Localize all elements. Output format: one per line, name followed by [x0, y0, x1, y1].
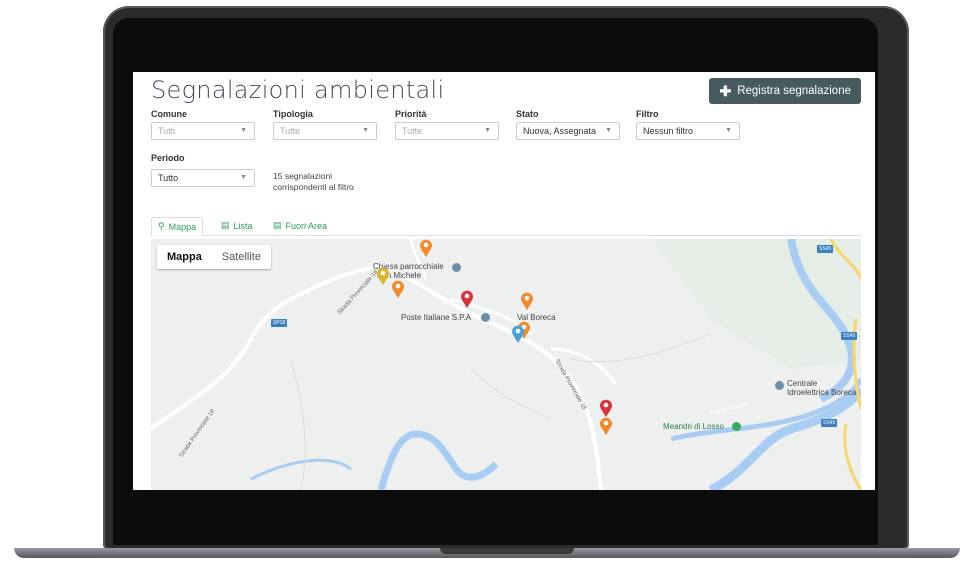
tab-label: Fuori Area — [285, 220, 328, 231]
map-label-centrale-line1: Centrale — [787, 379, 818, 388]
filter-label-stato: Stato — [516, 109, 539, 119]
filter-value: Nessun filtro — [643, 126, 694, 136]
filter-select-comune[interactable]: Tutti ▼ — [151, 122, 255, 140]
filter-label-priorita: Priorità — [395, 109, 427, 119]
chevron-down-icon: ▼ — [605, 127, 612, 134]
report-pin-yellow[interactable] — [376, 267, 390, 285]
plus-icon: ✚ — [719, 82, 732, 99]
power-plant-poi-icon[interactable] — [775, 381, 784, 390]
map-base-layer — [151, 239, 861, 490]
filter-value: Tutte — [280, 126, 301, 136]
filter-value: Tutte — [402, 126, 423, 136]
map-label-centrale-line2: Idroelettrica Boreca — [787, 388, 857, 397]
filter-label-comune: Comune — [151, 109, 187, 119]
filter-label-periodo: Periodo — [151, 153, 185, 163]
chevron-down-icon: ▼ — [240, 127, 247, 134]
report-pin-blue[interactable] — [511, 325, 525, 343]
chevron-down-icon: ▼ — [362, 127, 369, 134]
filter-select-periodo[interactable]: Tutto ▼ — [151, 169, 255, 187]
tab-lista[interactable]: ▤ Lista — [215, 217, 259, 234]
tab-label: Lista — [233, 220, 253, 231]
filter-label-filtro: Filtro — [636, 109, 659, 119]
laptop-notch — [440, 548, 574, 554]
filter-value: Tutti — [158, 126, 176, 136]
road-badge-ss45-c: SS45 — [821, 419, 838, 427]
map-type-control: Mappa Satellite — [157, 245, 271, 269]
map-view[interactable]: Mappa Satellite Chiesa parrocchiale San … — [151, 239, 861, 490]
report-pin-orange[interactable] — [599, 417, 613, 435]
report-pin-orange[interactable] — [419, 239, 433, 257]
map-type-satellite-button[interactable]: Satellite — [212, 245, 271, 269]
filter-select-priorita[interactable]: Tutte ▼ — [395, 122, 499, 140]
map-label-meandri: Meandri di Losso — [663, 422, 724, 431]
result-count-line2: corrispondenti al filtro — [273, 182, 354, 192]
tab-label: Mappa — [168, 221, 197, 232]
chevron-down-icon: ▼ — [725, 127, 732, 134]
road-badge-sp18: SP18 — [271, 319, 288, 327]
post-office-poi-icon[interactable] — [481, 313, 490, 322]
filter-select-filtro[interactable]: Nessun filtro ▼ — [636, 122, 740, 140]
road-badge-ss45-a: SS45 — [817, 245, 834, 253]
report-pin-red[interactable] — [599, 399, 613, 417]
result-count: 15 segnalazioni corrispondenti al filtro — [273, 171, 354, 193]
chevron-down-icon: ▼ — [484, 127, 491, 134]
filter-label-tipologia: Tipologia — [273, 109, 313, 119]
register-report-button[interactable]: ✚ Registra segnalazione — [709, 78, 861, 104]
map-marker-icon: ⚲ — [158, 221, 165, 231]
tab-fuori-area[interactable]: ▤ Fuori Area — [267, 217, 333, 234]
filter-value: Tutto — [158, 173, 179, 183]
filter-value: Nuova, Assegnata — [523, 126, 597, 136]
report-pin-orange[interactable] — [391, 280, 405, 298]
list-icon: ▤ — [221, 220, 230, 230]
report-pin-orange[interactable] — [520, 292, 534, 310]
filter-select-stato[interactable]: Nuova, Assegnata ▼ — [516, 122, 620, 140]
map-label-poste: Poste Italiane S.P.A — [401, 313, 472, 322]
view-tabs: ⚲ Mappa ▤ Lista ▤ Fuori Area — [151, 215, 861, 236]
map-type-map-button[interactable]: Mappa — [157, 245, 212, 269]
church-poi-icon[interactable] — [452, 263, 461, 272]
road-badge-ss45-b: SS45 — [841, 332, 858, 340]
filter-select-tipologia[interactable]: Tutte ▼ — [273, 122, 377, 140]
report-pin-red[interactable] — [460, 290, 474, 308]
chevron-down-icon: ▼ — [240, 174, 247, 181]
list-icon: ▤ — [273, 220, 282, 230]
result-count-line1: 15 segnalazioni — [273, 171, 333, 181]
tab-mappa[interactable]: ⚲ Mappa — [151, 217, 204, 236]
register-report-label: Registra segnalazione — [737, 85, 851, 97]
app-screen: Segnalazioni ambientali ✚ Registra segna… — [133, 72, 875, 490]
page-title: Segnalazioni ambientali — [151, 76, 445, 104]
park-poi-icon[interactable] — [732, 422, 741, 431]
